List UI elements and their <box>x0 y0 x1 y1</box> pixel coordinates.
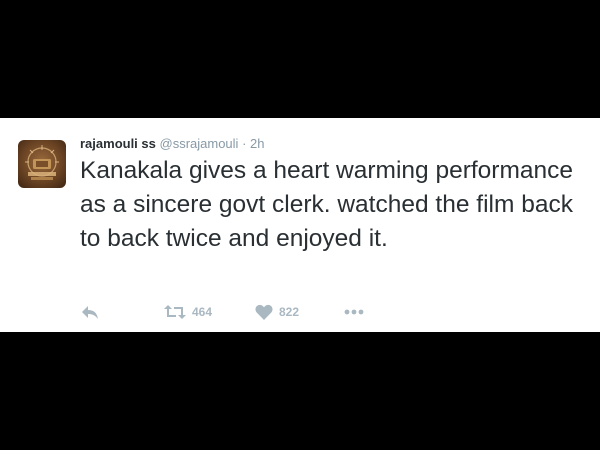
avatar[interactable] <box>18 140 66 188</box>
like-button[interactable]: 822 <box>255 301 299 323</box>
retweet-button[interactable]: 464 <box>164 301 212 323</box>
retweet-icon <box>164 305 186 319</box>
like-count: 822 <box>279 305 300 319</box>
user-name[interactable]: rajamouli ss <box>80 136 156 151</box>
reply-button[interactable] <box>80 301 100 323</box>
tweet-text: Kanakala gives a heart warming performan… <box>80 157 573 252</box>
tweet-timestamp[interactable]: 2h <box>250 136 264 151</box>
tweet-card: rajamouli ss @ssrajamouli · 2h Kanakala … <box>0 118 600 332</box>
retweet-count: 464 <box>192 305 213 319</box>
screenshot-frame: rajamouli ss @ssrajamouli · 2h Kanakala … <box>0 0 600 450</box>
heart-icon <box>255 304 273 320</box>
tweet-actions: 464 822 <box>80 301 480 323</box>
emblem-icon <box>25 145 59 180</box>
reply-icon <box>82 306 98 319</box>
user-handle[interactable]: @ssrajamouli <box>160 136 239 151</box>
more-dots-icon <box>344 309 364 315</box>
tweet-header: rajamouli ss @ssrajamouli · 2h <box>80 136 265 152</box>
separator-dot: · <box>242 136 247 151</box>
more-button[interactable] <box>344 301 364 323</box>
